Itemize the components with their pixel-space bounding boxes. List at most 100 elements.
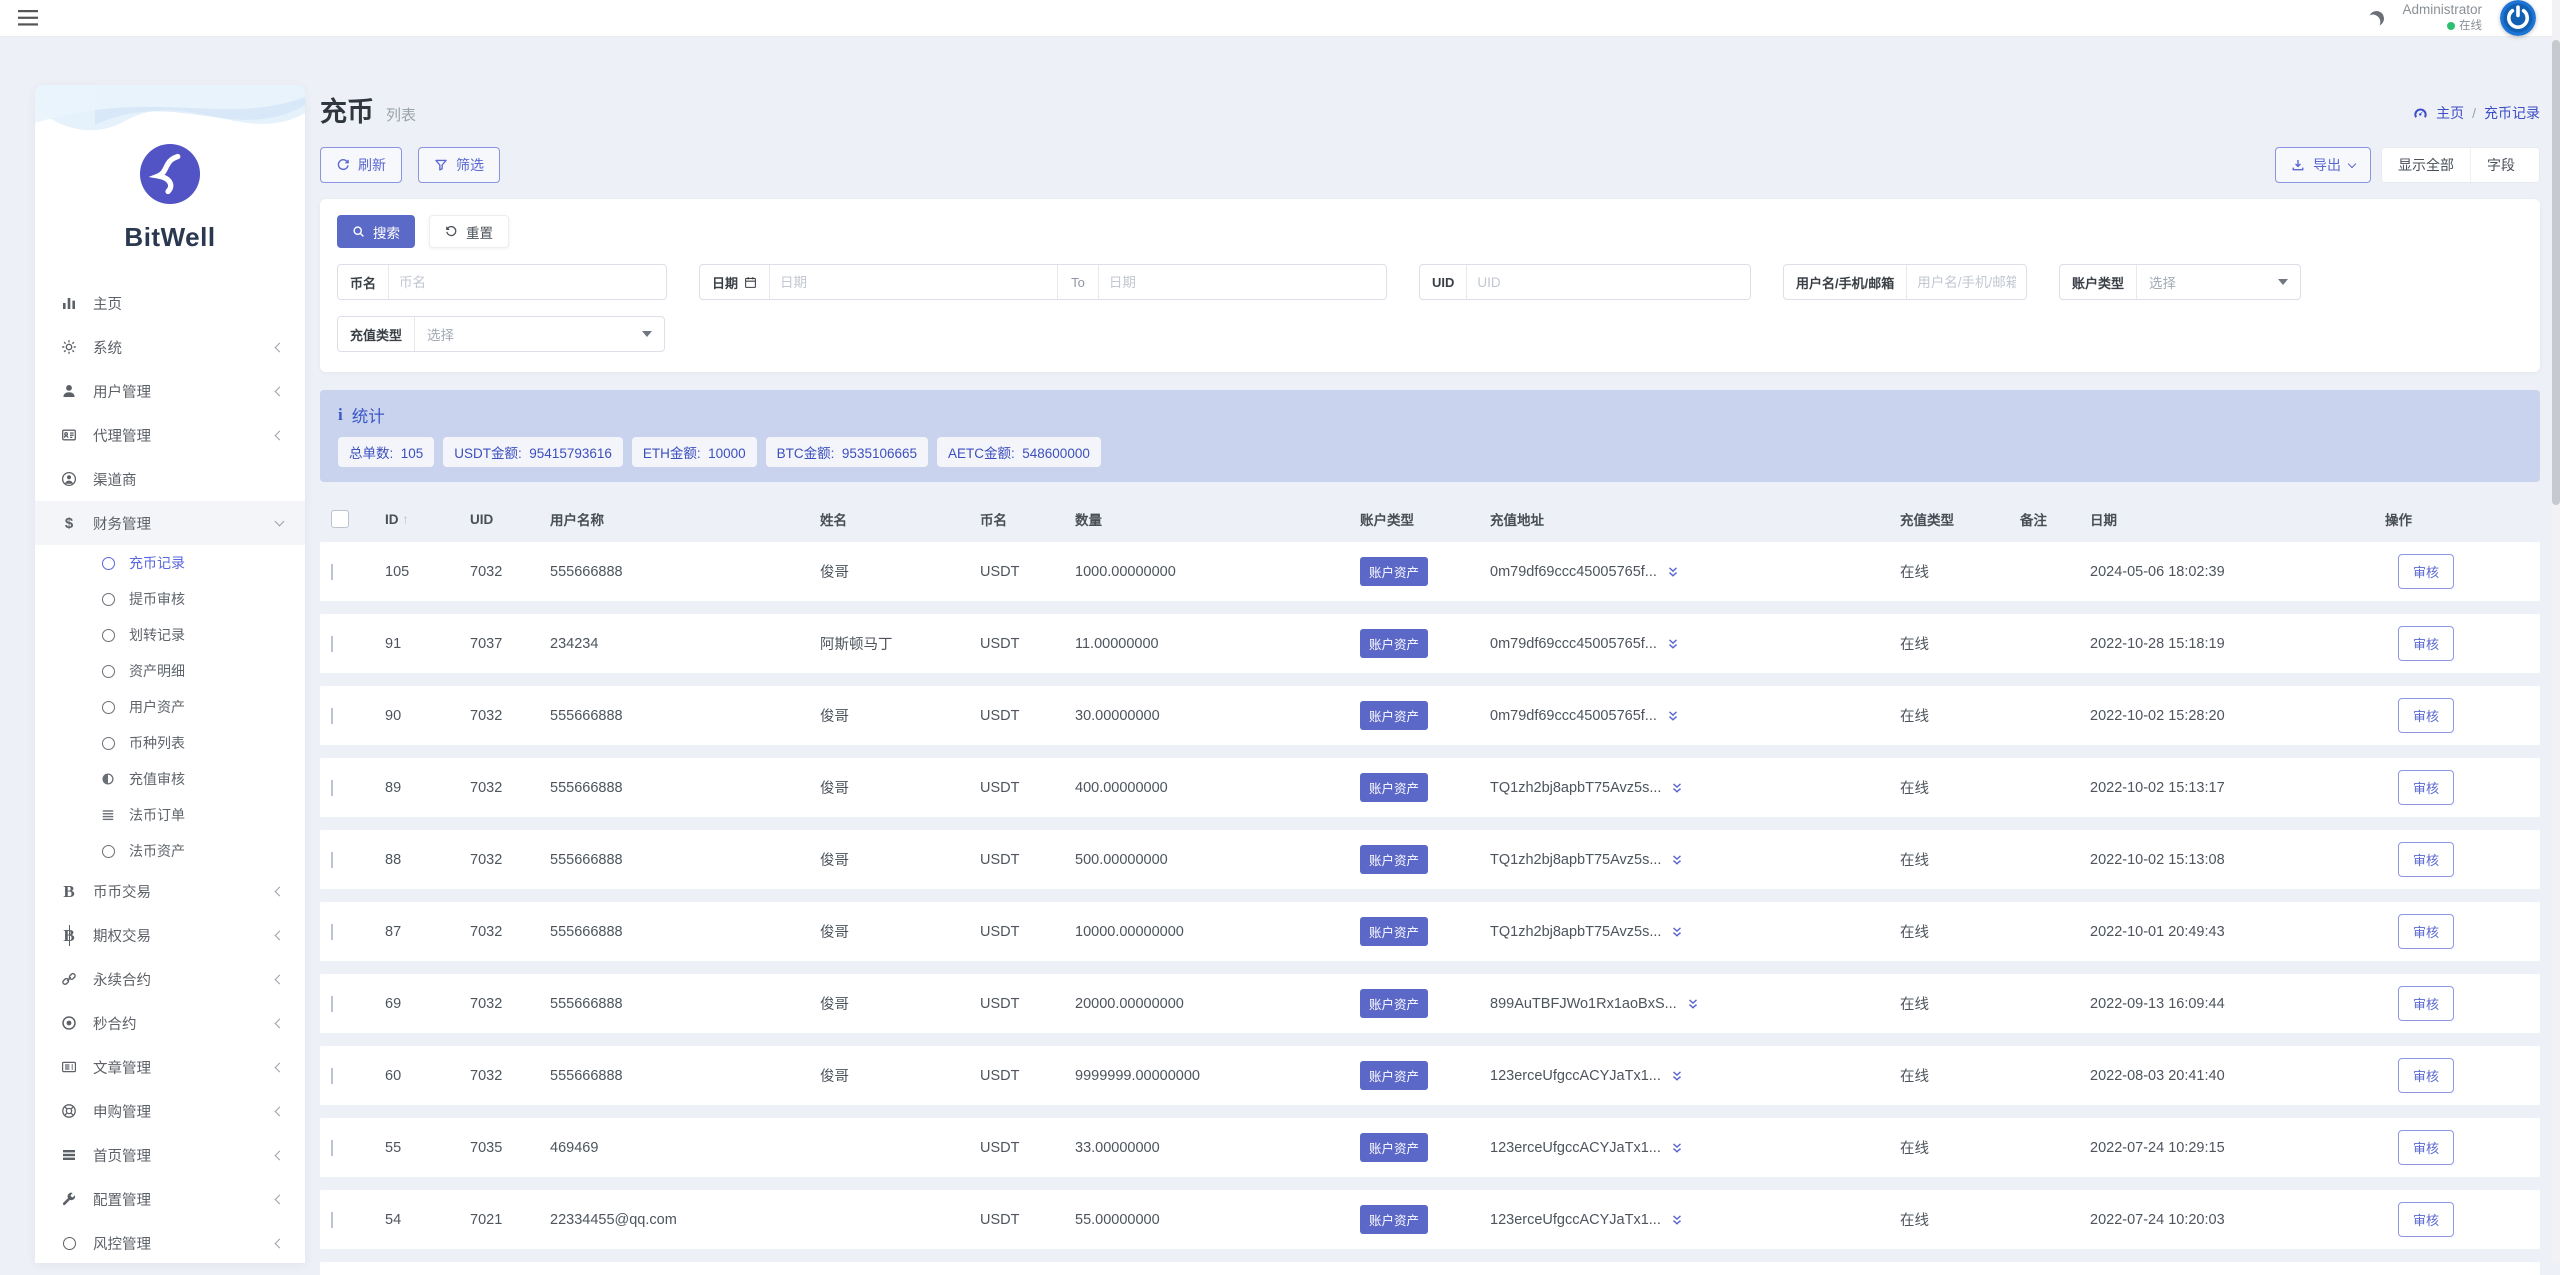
row-checkbox[interactable] [331,924,333,940]
sidebar-item-首页管理[interactable]: 首页管理 [35,1133,305,1177]
stat-badge: 总单数: 105 [338,437,434,467]
sidebar-item-用户管理[interactable]: 用户管理 [35,369,305,413]
sidebar-item-币币交易[interactable]: B币币交易 [35,869,305,913]
sidebar-item-配置管理[interactable]: 配置管理 [35,1177,305,1221]
row-checkbox[interactable] [331,564,333,580]
coin-name-field-group: 币名 [337,264,667,300]
cell-date: 2022-07-24 10:29:15 [2090,1140,2385,1156]
audit-button[interactable]: 审核 [2398,986,2454,1021]
cell-coin: USDT [980,564,1075,580]
cell-name: 俊哥 [820,705,980,726]
date-to-input[interactable] [1099,265,1386,299]
cell-amount: 55.00000000 [1075,1212,1360,1228]
show-all-button[interactable]: 显示全部 [2382,148,2470,182]
cell-coin: USDT [980,924,1075,940]
select-all-checkbox[interactable] [331,510,349,528]
cell-username: 555666888 [550,780,820,796]
sidebar-item-期权交易[interactable]: B期权交易 [35,913,305,957]
online-dot-icon [2447,22,2455,30]
brand-name: BitWell [35,222,305,253]
search-button[interactable]: 搜索 [337,215,415,248]
audit-button[interactable]: 审核 [2398,1202,2454,1237]
sidebar-item-申购管理[interactable]: 申购管理 [35,1089,305,1133]
stat-badge: AETC金额: 548600000 [937,437,1101,467]
scrollbar-thumb[interactable] [2552,40,2560,505]
cell-username: 555666888 [550,924,820,940]
account-type-select[interactable]: 选择 [2137,265,2300,299]
sidebar-subitem-充币记录[interactable]: 充币记录 [35,545,305,581]
coin-name-input[interactable] [389,265,666,299]
sidebar-item-代理管理[interactable]: 代理管理 [35,413,305,457]
cell-amount: 9999999.00000000 [1075,1068,1360,1084]
cell-uid: 7035 [470,1140,550,1156]
sidebar-subitem-充值审核[interactable]: 充值审核 [35,761,305,797]
row-checkbox[interactable] [331,708,333,724]
row-checkbox[interactable] [331,780,333,796]
cell-account-type: 账户资产 [1360,1061,1490,1090]
reset-button[interactable]: 重置 [429,215,509,248]
row-checkbox[interactable] [331,1212,333,1228]
coin-name-label: 币名 [338,265,389,299]
sidebar-subitem-资产明细[interactable]: 资产明细 [35,653,305,689]
account-type-badge: 账户资产 [1360,701,1428,730]
sidebar-subitem-法币资产[interactable]: 法币资产 [35,833,305,869]
sidebar-item-文章管理[interactable]: 文章管理 [35,1045,305,1089]
user-input[interactable] [1907,265,2026,299]
sidebar-subitem-法币订单[interactable]: 法币订单 [35,797,305,833]
sidebar-item-主页[interactable]: 主页 [35,281,305,325]
gear-icon [61,339,77,355]
sidebar-item-风控管理[interactable]: 风控管理 [35,1221,305,1263]
cell-address: 0m79df69ccc45005765f... [1490,708,1900,724]
row-checkbox[interactable] [331,852,333,868]
sidebar-item-渠道商[interactable]: 渠道商 [35,457,305,501]
fields-dropdown-button[interactable]: 字段 [2470,148,2539,182]
cell-name: 俊哥 [820,561,980,582]
sidebar-item-财务管理[interactable]: $财务管理 [35,501,305,545]
row-checkbox[interactable] [331,1068,333,1084]
audit-button[interactable]: 审核 [2398,698,2454,733]
row-checkbox[interactable] [331,636,333,652]
user-avatar[interactable] [2500,0,2536,36]
row-checkbox[interactable] [331,1140,333,1156]
audit-button[interactable]: 审核 [2398,626,2454,661]
sidebar-item-永续合约[interactable]: 永续合约 [35,957,305,1001]
stat-badge: ETH金额: 10000 [632,437,757,467]
sidebar-subitem-划转记录[interactable]: 划转记录 [35,617,305,653]
cell-id: 87 [385,924,470,940]
audit-button[interactable]: 审核 [2398,914,2454,949]
audit-button[interactable]: 审核 [2398,1058,2454,1093]
user-field-group: 用户名/手机/邮箱 [1783,264,2027,300]
uid-input[interactable] [1467,265,1750,299]
date-from-input[interactable] [770,265,1057,299]
export-button[interactable]: 导出 [2275,147,2371,183]
audit-button[interactable]: 审核 [2398,770,2454,805]
sidebar-subitem-用户资产[interactable]: 用户资产 [35,689,305,725]
breadcrumb-current[interactable]: 充币记录 [2484,103,2540,123]
sidebar-item-系统[interactable]: 系统 [35,325,305,369]
cell-username: 22334455@qq.com [550,1212,820,1228]
cell-date: 2022-08-03 20:41:40 [2090,1068,2385,1084]
cell-id: 54 [385,1212,470,1228]
deposit-type-label: 充值类型 [338,317,415,351]
refresh-button[interactable]: 刷新 [320,147,402,183]
sidebar-subitem-提币审核[interactable]: 提币审核 [35,581,305,617]
audit-button[interactable]: 审核 [2398,1130,2454,1165]
deposit-type-select[interactable]: 选择 [415,317,664,351]
audit-button[interactable]: 审核 [2398,554,2454,589]
sidebar-subitem-币种列表[interactable]: 币种列表 [35,725,305,761]
column-header-币名: 币名 [980,509,1075,529]
column-header-ID[interactable]: ID ↑ [385,512,470,527]
sidebar-item-秒合约[interactable]: 秒合约 [35,1001,305,1045]
page-scrollbar[interactable] [2552,0,2560,1263]
dark-mode-moon-icon[interactable] [2368,9,2386,27]
breadcrumb-home-link[interactable]: 主页 [2436,103,2464,123]
audit-button[interactable]: 审核 [2398,842,2454,877]
cell-deposit-type: 在线 [1900,633,2020,654]
cell-username: 555666888 [550,996,820,1012]
hamburger-menu-icon[interactable] [18,10,38,26]
row-checkbox[interactable] [331,996,333,1012]
uid-field-group: UID [1419,264,1751,300]
filter-button[interactable]: 筛选 [418,147,500,183]
breadcrumb-separator: / [2472,105,2476,121]
cell-deposit-type: 在线 [1900,777,2020,798]
